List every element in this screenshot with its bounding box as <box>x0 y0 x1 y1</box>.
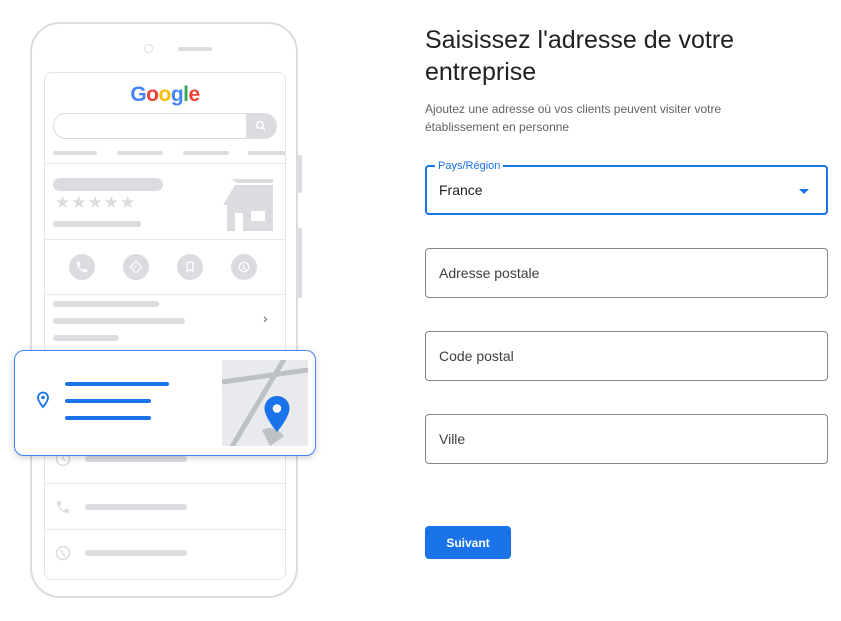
placeholder-line <box>85 504 187 510</box>
card-line <box>65 399 151 403</box>
globe-icon <box>231 254 257 280</box>
divider <box>45 483 285 484</box>
business-profile-illustration: Google ★★★★★ › <box>0 0 330 621</box>
postal-code-placeholder: Code postal <box>439 348 514 364</box>
directions-icon <box>123 254 149 280</box>
street-address-field[interactable]: Adresse postale <box>425 248 828 298</box>
storefront-icon <box>221 179 275 238</box>
address-card <box>14 350 316 456</box>
placeholder-line <box>53 318 185 324</box>
rating-stars: ★★★★★ <box>55 193 137 212</box>
dropdown-arrow-icon[interactable] <box>799 189 809 194</box>
globe-icon <box>55 545 71 566</box>
next-button[interactable]: Suivant <box>425 526 511 559</box>
street-address-placeholder: Adresse postale <box>439 265 540 281</box>
country-select[interactable]: Pays/Région France <box>425 159 828 215</box>
logo-letter: e <box>188 83 200 106</box>
placeholder-line <box>117 151 163 155</box>
page-title: Saisissez l'adresse de votre entreprise <box>425 26 735 86</box>
location-pin-icon <box>36 391 50 414</box>
map-icon <box>221 354 309 452</box>
placeholder-line <box>85 456 187 462</box>
card-line <box>65 416 151 420</box>
search-icon <box>246 114 276 138</box>
phone-speaker <box>178 47 212 51</box>
illustration-search-bar <box>53 113 277 139</box>
placeholder-line <box>53 301 159 307</box>
placeholder-line <box>248 151 285 155</box>
divider <box>45 239 285 240</box>
phone-icon <box>69 254 95 280</box>
city-placeholder: Ville <box>439 431 466 447</box>
bookmark-icon <box>177 254 203 280</box>
logo-letter: o <box>158 83 171 106</box>
logo-letter: g <box>170 83 184 106</box>
logo-letter: o <box>146 83 159 106</box>
divider <box>45 163 285 164</box>
placeholder-line <box>53 151 97 155</box>
google-logo: Google <box>45 83 285 107</box>
divider <box>45 294 285 295</box>
phone-screen: Google ★★★★★ › <box>44 72 286 580</box>
phone-icon <box>55 499 71 520</box>
placeholder-line <box>183 151 229 155</box>
phone-side-button <box>298 155 302 193</box>
logo-letter: G <box>130 83 147 106</box>
card-line <box>65 382 169 386</box>
placeholder-line <box>85 550 187 556</box>
city-field[interactable]: Ville <box>425 414 828 464</box>
postal-code-field[interactable]: Code postal <box>425 331 828 381</box>
country-label: Pays/Région <box>435 159 504 173</box>
placeholder-line <box>53 221 141 227</box>
phone-side-button <box>298 228 302 298</box>
country-value: France <box>439 182 483 198</box>
page-subtitle: Ajoutez une adresse où vos clients peuve… <box>425 102 722 134</box>
placeholder-line <box>53 178 163 191</box>
phone-camera <box>144 44 153 53</box>
divider <box>45 529 285 530</box>
chevron-right-icon: › <box>263 310 268 326</box>
placeholder-line <box>53 335 119 341</box>
